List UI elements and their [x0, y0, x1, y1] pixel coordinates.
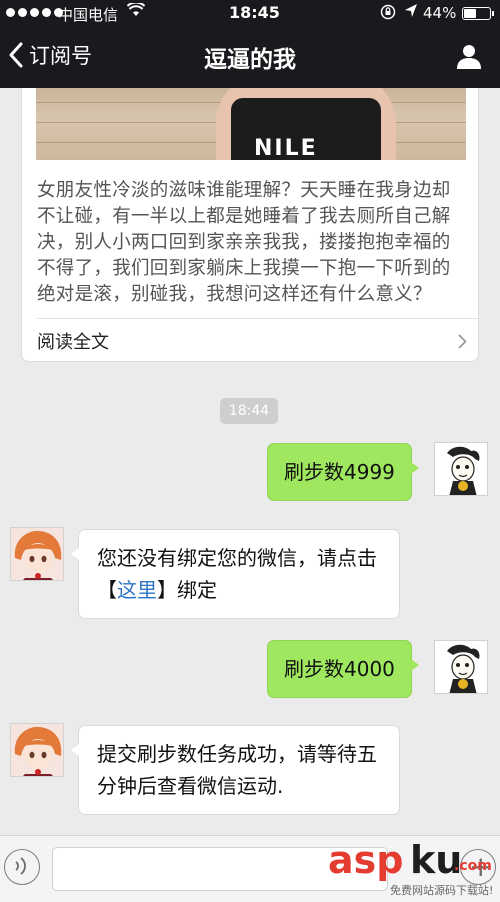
read-all-label: 阅读全文	[37, 332, 109, 353]
watermark-brand-c: .com	[454, 858, 492, 874]
article-image: NILE	[36, 88, 466, 160]
article-summary: 女朋友性冷淡的滋味谁能理解？天天睡在我身边却不让碰，有一半以上都是她睡着了我去厕…	[37, 180, 451, 305]
article-card[interactable]: NILE 女朋友性冷淡的滋味谁能理解？天天睡在我身边却不让碰，有一半以上都是她睡…	[21, 88, 479, 362]
message-timestamp: 18:44	[220, 398, 278, 424]
chat-title: 逗逼的我	[204, 47, 296, 73]
wifi-icon	[126, 1, 146, 21]
rotation-lock-icon	[380, 4, 396, 24]
top-bar: 中国电信 18:45 44% 订阅号 逗逼的我	[0, 0, 500, 88]
image-shirt-text: NILE	[254, 136, 318, 160]
message-text-end: 】绑定	[157, 578, 217, 602]
signal-icon	[6, 8, 63, 17]
chevron-right-icon	[458, 334, 467, 348]
cartoon-avatar-icon	[447, 446, 480, 495]
card-divider	[37, 318, 478, 319]
my-avatar[interactable]	[434, 442, 488, 496]
message-bubble-sent[interactable]: 刷步数4999	[267, 443, 419, 501]
location-icon	[404, 3, 418, 23]
profile-icon[interactable]	[455, 42, 483, 70]
message-bubble-received: 提交刷步数任务成功，请等待五分钟后查看微信运动.	[71, 725, 400, 815]
watermark-tagline: 免费网站源码下载站!	[390, 884, 494, 897]
bot-avatar[interactable]	[10, 527, 64, 581]
status-bar: 中国电信 18:45 44%	[0, 0, 500, 28]
battery-icon	[462, 7, 494, 20]
cartoon-avatar-icon	[447, 644, 480, 693]
read-all-link[interactable]: 阅读全文	[37, 320, 467, 362]
voice-icon	[13, 854, 31, 883]
bind-here-link[interactable]: 这里	[117, 578, 157, 602]
message-bubble-sent[interactable]: 刷步数4000	[267, 640, 419, 698]
anime-avatar-icon	[11, 724, 63, 776]
battery-percent: 44%	[423, 4, 457, 22]
message-bubble-received: 您还没有绑定您的微信，请点击【这里】绑定	[71, 529, 400, 619]
status-time: 18:45	[229, 3, 280, 22]
voice-toggle-button[interactable]	[4, 849, 40, 885]
bot-avatar[interactable]	[10, 723, 64, 777]
watermark-brand-a: asp	[328, 838, 404, 882]
carrier-label: 中国电信	[58, 6, 119, 24]
my-avatar[interactable]	[434, 640, 488, 694]
anime-avatar-icon	[11, 528, 63, 580]
